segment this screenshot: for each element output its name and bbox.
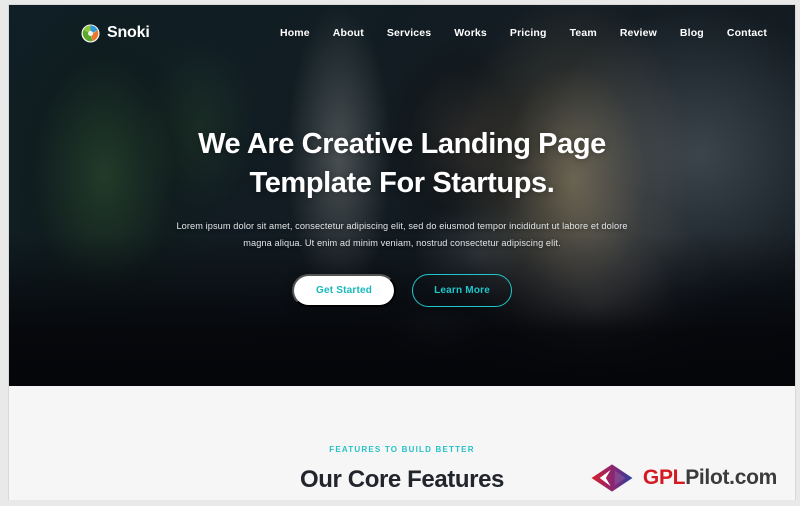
main-navbar: Snoki Home About Services Works Pricing … [9,5,795,61]
brand-logo[interactable]: Snoki [81,23,150,43]
page-frame: Snoki Home About Services Works Pricing … [0,0,800,506]
hero-content: We Are Creative Landing Page Template Fo… [9,61,795,308]
nav-item-blog[interactable]: Blog [680,27,704,39]
get-started-button[interactable]: Get Started [291,274,397,308]
hero-title: We Are Creative Landing Page Template Fo… [9,125,795,202]
nav-item-pricing[interactable]: Pricing [510,27,547,39]
watermark-text-pilot: Pilot.com [685,466,777,489]
nav-item-services[interactable]: Services [387,27,431,39]
nav-item-about[interactable]: About [333,27,364,39]
hero-subtitle-line-1: Lorem ipsum dolor sit amet, consectetur … [176,221,599,232]
hero-section: Snoki Home About Services Works Pricing … [9,5,795,386]
watermark-text-gpl: GPL [642,466,686,489]
hero-title-line-1: We Are Creative Landing Page [198,128,606,160]
snoki-swirl-logo-icon [81,23,100,43]
gplpilot-wordmark: GPLPilot.com [643,466,777,490]
nav-item-works[interactable]: Works [454,27,487,39]
nav-item-team[interactable]: Team [570,27,597,39]
hero-actions: Get Started Learn More [9,274,795,308]
hero-title-line-2: Template For Startups. [249,166,555,199]
gplpilot-diamond-chevron-icon [590,463,634,493]
core-features-section: FEATURES TO BUILD BETTER Our Core Featur… [9,386,795,500]
brand-name: Snoki [107,24,150,41]
page-canvas: Snoki Home About Services Works Pricing … [8,4,796,500]
nav-item-contact[interactable]: Contact [727,27,767,39]
nav-links: Home About Services Works Pricing Team R… [280,27,767,39]
features-eyebrow: FEATURES TO BUILD BETTER [329,445,475,454]
gplpilot-watermark: GPLPilot.com [590,463,777,493]
nav-item-home[interactable]: Home [280,27,310,39]
hero-subtitle: Lorem ipsum dolor sit amet, consectetur … [176,218,628,252]
learn-more-button[interactable]: Learn More [412,274,512,308]
nav-item-review[interactable]: Review [620,27,657,39]
